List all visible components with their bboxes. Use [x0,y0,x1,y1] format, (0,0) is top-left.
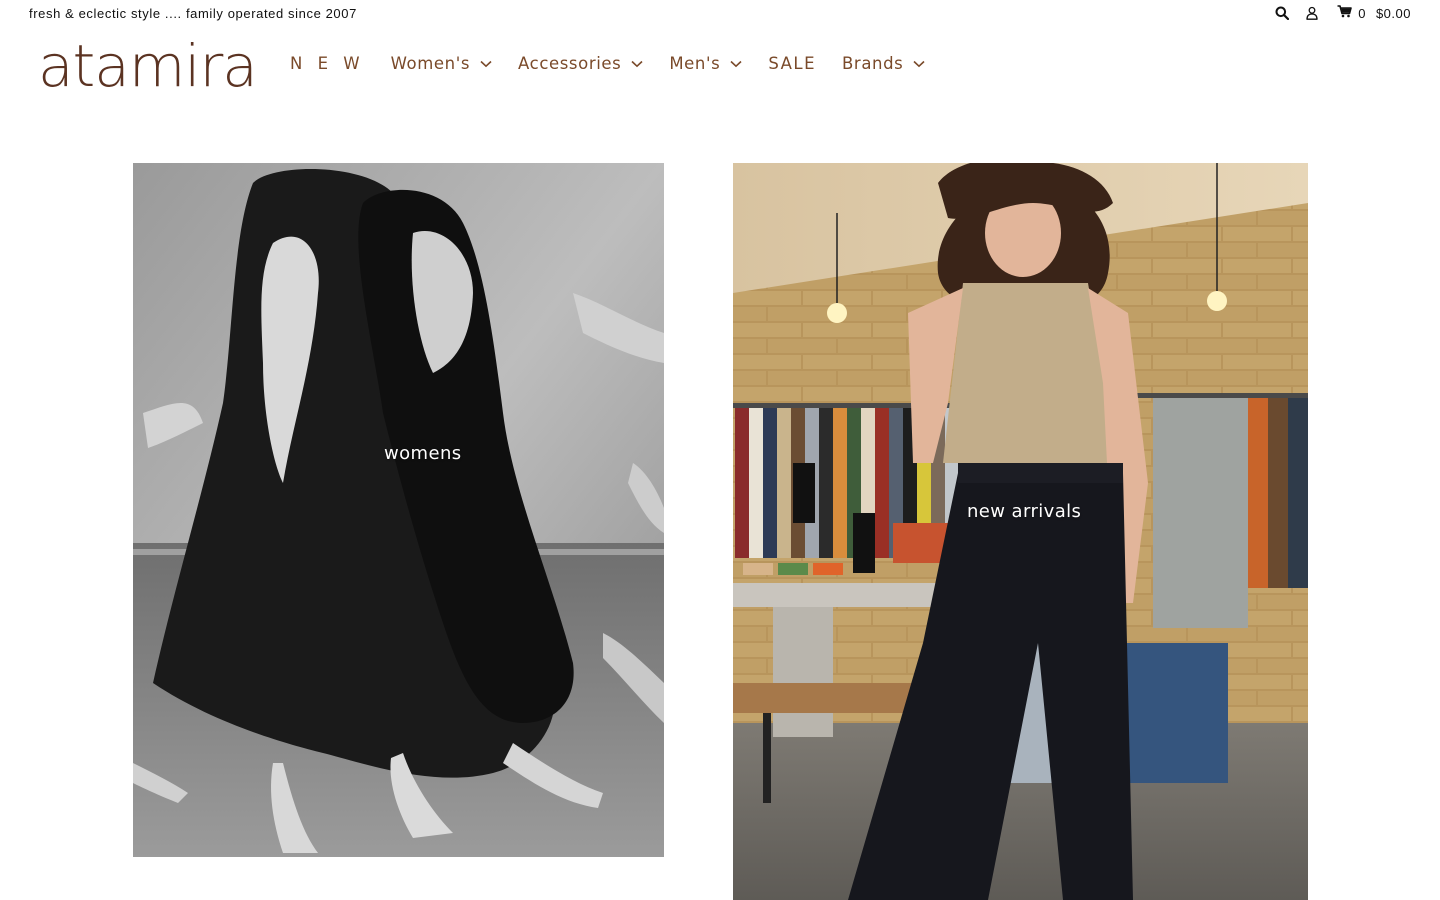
nav-item-label: Brands [842,54,904,73]
cart-count: 0 [1358,5,1366,21]
new-arrivals-tile[interactable]: new arrivals [733,163,1308,900]
new-arrivals-photo [733,163,1308,900]
nav-item-label: SALE [768,54,817,73]
cart-icon [1337,5,1353,21]
cart-total: $0.00 [1375,5,1411,21]
nav-item-brands[interactable]: Brands [842,54,925,73]
chevron-down-icon [730,60,742,67]
chevron-down-icon [480,60,492,67]
womens-photo [133,163,664,857]
nav-item-sale[interactable]: SALE [768,54,816,73]
top-bar: fresh & eclectic style .... family opera… [0,0,1440,30]
new-arrivals-tile-label: new arrivals [967,501,1082,522]
chevron-down-icon [913,60,925,67]
cart-link[interactable]: 0 $0.00 [1337,5,1411,21]
user-icon[interactable] [1305,6,1319,20]
search-icon[interactable] [1275,6,1290,20]
nav-item-label: Women's [390,54,471,73]
womens-collection-tile[interactable]: womens [133,163,664,857]
tagline: fresh & eclectic style .... family opera… [29,6,357,21]
nav-item-label: Men's [669,54,721,73]
nav-item-new[interactable]: N E W [290,54,365,73]
chevron-down-icon [631,60,643,67]
logo[interactable]: atamira [38,34,258,98]
utility-links: 0 $0.00 [1275,5,1411,21]
nav-item-mens[interactable]: Men's [669,54,742,73]
main-nav: N E W Women's Accessories Men's SALE Bra… [290,54,951,73]
nav-item-label: N E W [290,54,365,73]
womens-tile-label: womens [384,443,462,464]
nav-item-accessories[interactable]: Accessories [518,54,643,73]
nav-item-label: Accessories [518,54,622,73]
nav-item-womens[interactable]: Women's [391,54,492,73]
